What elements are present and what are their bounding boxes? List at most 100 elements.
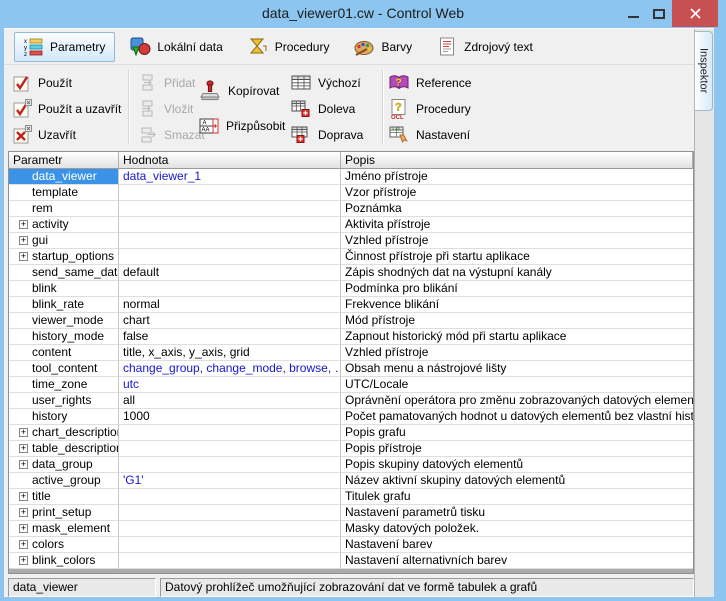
value-cell[interactable] bbox=[119, 217, 341, 233]
value-cell[interactable]: title, x_axis, y_axis, grid bbox=[119, 345, 341, 361]
settings-button[interactable]: X AB Nastavení bbox=[388, 123, 470, 147]
left-button[interactable]: Doleva bbox=[290, 97, 355, 121]
param-cell[interactable]: + active_group bbox=[9, 473, 119, 489]
reference-button[interactable]: ? Reference bbox=[388, 71, 471, 95]
param-cell[interactable]: + time_zone bbox=[9, 377, 119, 393]
param-cell[interactable]: + data_viewer bbox=[9, 169, 119, 185]
value-cell[interactable]: 'G1' bbox=[119, 473, 341, 489]
param-cell[interactable]: + blink bbox=[9, 281, 119, 297]
param-cell[interactable]: + template bbox=[9, 185, 119, 201]
value-cell[interactable]: 1000 bbox=[119, 409, 341, 425]
expand-plus-icon[interactable]: + bbox=[19, 444, 28, 453]
table-row[interactable]: + time_zone utc UTC/Locale bbox=[9, 377, 693, 393]
table-row[interactable]: + send_same_data default Zápis shodných … bbox=[9, 265, 693, 281]
value-cell[interactable] bbox=[119, 425, 341, 441]
header-parametr[interactable]: Parametr bbox=[9, 152, 119, 169]
param-cell[interactable]: + table_description bbox=[9, 441, 119, 457]
tab-procedury[interactable]: Procedury bbox=[237, 32, 340, 62]
expand-plus-icon[interactable]: + bbox=[19, 508, 28, 517]
expand-plus-icon[interactable]: + bbox=[19, 236, 28, 245]
table-row[interactable]: + tool_content change_group, change_mode… bbox=[9, 361, 693, 377]
apply-button[interactable]: Použít bbox=[12, 71, 72, 95]
apply-and-close-button[interactable]: Použít a uzavřít bbox=[12, 97, 121, 121]
param-cell[interactable]: + viewer_mode bbox=[9, 313, 119, 329]
table-row[interactable]: + data_group Popis skupiny datových elem… bbox=[9, 457, 693, 473]
table-row[interactable]: + mask_element Masky datových položek. bbox=[9, 521, 693, 537]
table-row[interactable]: + active_group 'G1' Název aktivní skupin… bbox=[9, 473, 693, 489]
value-cell[interactable] bbox=[119, 441, 341, 457]
table-row[interactable]: + chart_description Popis grafu bbox=[9, 425, 693, 441]
minimize-button[interactable] bbox=[620, 0, 646, 27]
param-cell[interactable]: + blink_colors bbox=[9, 553, 119, 569]
table-row[interactable]: + blink_rate normal Frekvence blikání bbox=[9, 297, 693, 313]
value-cell[interactable]: utc bbox=[119, 377, 341, 393]
param-cell[interactable]: + user_rights bbox=[9, 393, 119, 409]
copy-button[interactable]: Kopírovat bbox=[198, 77, 279, 105]
table-row[interactable]: + content title, x_axis, y_axis, grid Vz… bbox=[9, 345, 693, 361]
table-row[interactable]: + print_setup Nastavení parametrů tisku bbox=[9, 505, 693, 521]
param-cell[interactable]: + rem bbox=[9, 201, 119, 217]
param-cell[interactable]: + activity bbox=[9, 217, 119, 233]
expand-plus-icon[interactable]: + bbox=[19, 524, 28, 533]
param-cell[interactable]: + tool_content bbox=[9, 361, 119, 377]
table-row[interactable]: + blink_colors Nastavení alternativních … bbox=[9, 553, 693, 569]
value-cell[interactable]: data_viewer_1 bbox=[119, 169, 341, 185]
param-cell[interactable]: + data_group bbox=[9, 457, 119, 473]
value-cell[interactable]: default bbox=[119, 265, 341, 281]
add-button[interactable]: Přidat bbox=[140, 71, 195, 95]
tab-lokalni-data[interactable]: Lokální data bbox=[119, 32, 232, 62]
param-cell[interactable]: + send_same_data bbox=[9, 265, 119, 281]
procedures-button[interactable]: ? OCL Procedury bbox=[388, 97, 471, 121]
value-cell[interactable] bbox=[119, 185, 341, 201]
param-cell[interactable]: + content bbox=[9, 345, 119, 361]
table-row[interactable]: + blink Podmínka pro blikání bbox=[9, 281, 693, 297]
value-cell[interactable]: all bbox=[119, 393, 341, 409]
close-editor-button[interactable]: Uzavřít bbox=[12, 123, 76, 147]
table-row[interactable]: + history 1000 Počet pamatovaných hodnot… bbox=[9, 409, 693, 425]
expand-plus-icon[interactable]: + bbox=[19, 460, 28, 469]
expand-plus-icon[interactable]: + bbox=[19, 540, 28, 549]
value-cell[interactable]: normal bbox=[119, 297, 341, 313]
fit-button[interactable]: A AA Přizpůsobit bbox=[198, 112, 285, 140]
value-cell[interactable]: change_group, change_mode, browse, … bbox=[119, 361, 341, 377]
header-popis[interactable]: Popis bbox=[341, 152, 693, 169]
table-row[interactable]: + startup_options Činnost přístroje při … bbox=[9, 249, 693, 265]
tab-barvy[interactable]: Barvy bbox=[343, 32, 422, 62]
value-cell[interactable] bbox=[119, 505, 341, 521]
table-row[interactable]: + table_description Popis přístroje bbox=[9, 441, 693, 457]
close-button[interactable] bbox=[672, 0, 718, 27]
param-cell[interactable]: + startup_options bbox=[9, 249, 119, 265]
table-row[interactable]: + title Titulek grafu bbox=[9, 489, 693, 505]
param-cell[interactable]: + blink_rate bbox=[9, 297, 119, 313]
param-cell[interactable]: + print_setup bbox=[9, 505, 119, 521]
header-hodnota[interactable]: Hodnota bbox=[119, 152, 341, 169]
param-cell[interactable]: + history bbox=[9, 409, 119, 425]
table-row[interactable]: + gui Vzhled přístroje bbox=[9, 233, 693, 249]
tab-zdrojovy-text[interactable]: Zdrojový text bbox=[426, 32, 543, 62]
expand-plus-icon[interactable]: + bbox=[19, 252, 28, 261]
param-cell[interactable]: + colors bbox=[9, 537, 119, 553]
expand-plus-icon[interactable]: + bbox=[19, 428, 28, 437]
param-cell[interactable]: + mask_element bbox=[9, 521, 119, 537]
value-cell[interactable] bbox=[119, 521, 341, 537]
param-cell[interactable]: + gui bbox=[9, 233, 119, 249]
table-row[interactable]: + viewer_mode chart Mód přístroje bbox=[9, 313, 693, 329]
param-cell[interactable]: + title bbox=[9, 489, 119, 505]
table-row[interactable]: + user_rights all Oprávnění operátora pr… bbox=[9, 393, 693, 409]
tab-parametry[interactable]: xyz Parametry bbox=[14, 32, 115, 62]
value-cell[interactable] bbox=[119, 201, 341, 217]
value-cell[interactable] bbox=[119, 233, 341, 249]
table-row[interactable]: + rem Poznámka bbox=[9, 201, 693, 217]
value-cell[interactable] bbox=[119, 281, 341, 297]
expand-plus-icon[interactable]: + bbox=[19, 220, 28, 229]
value-cell[interactable] bbox=[119, 249, 341, 265]
delete-button[interactable]: Smazat bbox=[140, 123, 205, 147]
maximize-button[interactable] bbox=[646, 0, 672, 27]
value-cell[interactable]: chart bbox=[119, 313, 341, 329]
value-cell[interactable] bbox=[119, 553, 341, 569]
table-row[interactable]: + data_viewer data_viewer_1 Jméno přístr… bbox=[9, 169, 693, 185]
param-cell[interactable]: + history_mode bbox=[9, 329, 119, 345]
table-row[interactable]: + history_mode false Zapnout historický … bbox=[9, 329, 693, 345]
value-cell[interactable] bbox=[119, 537, 341, 553]
expand-plus-icon[interactable]: + bbox=[19, 492, 28, 501]
